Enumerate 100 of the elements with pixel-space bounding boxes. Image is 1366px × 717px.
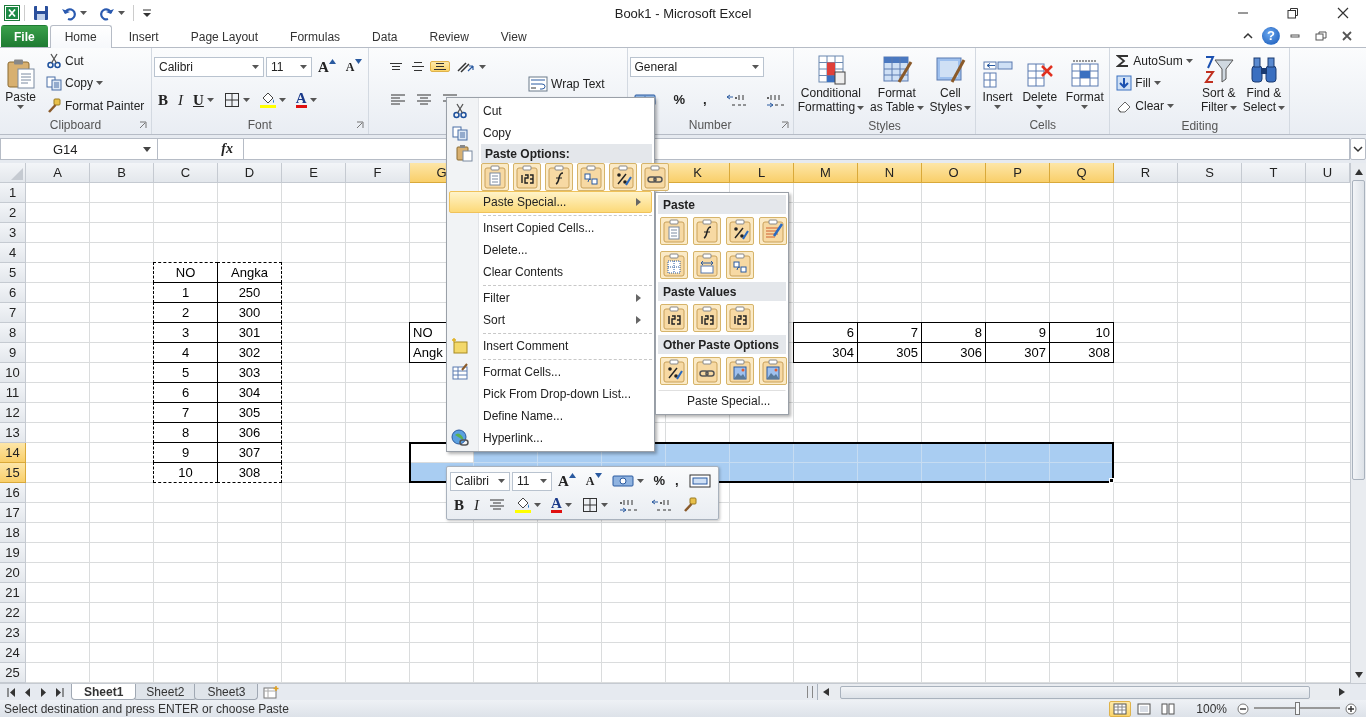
ribbon-tab[interactable]: Home [49,25,112,48]
row-header[interactable]: 10 [0,363,26,383]
column-header[interactable]: E [282,163,346,183]
row-header[interactable]: 9 [0,343,26,363]
copy-button[interactable]: Copy [41,73,107,94]
paste-option-button[interactable] [693,304,721,332]
column-header[interactable]: Q [1050,163,1114,183]
zoom-in-button[interactable] [1344,701,1358,716]
percent-button[interactable]: % [669,90,690,111]
column-header[interactable]: B [90,163,154,183]
normal-view-button[interactable] [1109,700,1132,717]
column-header[interactable]: N [858,163,922,183]
last-sheet-button[interactable] [54,686,65,698]
menu-item[interactable]: Delete... [449,239,652,261]
row-header[interactable]: 11 [0,383,26,403]
column-header[interactable]: U [1306,163,1350,183]
paste-option-button[interactable] [641,163,669,191]
dialog-launcher-button[interactable] [137,119,149,131]
row-header[interactable]: 14 [0,443,26,463]
wrap-text-button[interactable]: Wrap Text [524,73,609,94]
row-header[interactable]: 3 [0,223,26,243]
paste-option-button[interactable] [609,163,637,191]
italic-button[interactable]: I [470,495,483,515]
row-header[interactable]: 13 [0,423,26,443]
row-header[interactable]: 18 [0,523,26,543]
column-header[interactable]: O [922,163,986,183]
paste-option-button[interactable] [660,357,688,385]
ribbon-tab[interactable]: Formulas [275,25,356,47]
font-size-field[interactable]: 11 [512,471,552,491]
sheet-tab[interactable]: Sheet3 [194,684,259,700]
bold-button[interactable]: B [154,90,172,111]
menu-item[interactable]: Paste Special... [449,191,652,213]
row-header[interactable]: 15 [0,463,26,483]
row-header[interactable]: 16 [0,483,26,503]
insert-function-button[interactable]: fx [158,138,244,160]
bottom-align-button[interactable] [430,61,451,73]
paste-option-button[interactable] [693,357,721,385]
menu-item[interactable]: Pick From Drop-down List... [449,383,652,405]
paste-option-button[interactable] [693,217,721,245]
column-header[interactable]: T [1242,163,1306,183]
column-header[interactable]: F [346,163,410,183]
autosum-button[interactable]: AutoSum [1112,51,1197,70]
underline-button[interactable]: U [189,90,218,111]
ribbon-tab[interactable]: Page Layout [175,25,274,47]
next-sheet-button[interactable] [38,686,49,698]
menu-item[interactable]: Insert Copied Cells... [449,217,652,239]
fill-handle[interactable] [1109,478,1114,483]
row-header[interactable]: 19 [0,543,26,563]
ribbon-tab[interactable]: View [485,25,542,47]
sort-filter-button[interactable]: Sort & Filter [1198,51,1239,117]
grow-font-button[interactable]: A [314,56,340,77]
format-painter-button[interactable]: Format Painter [41,95,149,116]
row-header[interactable]: 22 [0,603,26,623]
menu-item[interactable]: Filter [449,287,652,309]
row-header[interactable]: 7 [0,303,26,323]
name-box[interactable]: G14 [0,138,158,160]
menu-item[interactable]: Clear Contents [449,261,652,283]
find-select-button[interactable]: Find & Select [1240,51,1288,117]
paste-option-button[interactable] [660,304,688,332]
row-header[interactable]: 20 [0,563,26,583]
vertical-scrollbar[interactable] [1350,163,1366,683]
row-header[interactable]: 23 [0,623,26,643]
bold-button[interactable]: B [450,495,468,515]
paste-option-button[interactable] [759,217,787,245]
italic-button[interactable]: I [174,90,187,111]
comma-style-button[interactable]: , [671,471,683,491]
ribbon-tab[interactable]: File [1,25,48,47]
insert-button[interactable]: Insert [979,55,1016,112]
shrink-font-button[interactable]: A [581,471,606,491]
cell-styles-button[interactable]: Cell Styles [927,51,974,117]
comma-style-button[interactable]: , [699,90,711,111]
font-name-field[interactable]: Calibri [450,471,510,491]
row-header[interactable]: 17 [0,503,26,523]
expand-formula-bar-button[interactable] [1350,138,1366,160]
font-size-field[interactable]: 11 [266,56,312,77]
menu-item[interactable]: Cut [449,100,652,122]
column-header[interactable]: C [154,163,218,183]
format-as-table-button[interactable]: Format as Table [868,51,926,117]
column-header[interactable]: P [986,163,1050,183]
row-header[interactable]: 12 [0,403,26,423]
paste-option-button[interactable] [513,163,541,191]
row-header[interactable]: 5 [0,263,26,283]
shrink-font-button[interactable]: A [341,56,366,77]
row-header[interactable]: 25 [0,663,26,683]
sheet-tab[interactable]: Sheet1 [71,684,137,700]
fill-button[interactable]: Fill [1112,73,1165,93]
previous-sheet-button[interactable] [22,686,33,698]
zoom-out-button[interactable] [1236,701,1250,716]
percent-button[interactable]: % [649,471,670,491]
row-header[interactable]: 2 [0,203,26,223]
menu-item[interactable]: Insert Comment [449,335,652,357]
ribbon-tab[interactable]: Data [357,25,413,47]
split-handle[interactable] [807,686,814,698]
row-header[interactable]: 21 [0,583,26,603]
menu-item[interactable]: Paste Special... [658,390,786,412]
row-header[interactable]: 1 [0,183,26,203]
cut-button[interactable]: Cut [41,51,88,72]
paste-button[interactable]: Paste [2,55,39,112]
ribbon-tab[interactable]: Insert [113,25,174,47]
row-header[interactable]: 24 [0,643,26,663]
